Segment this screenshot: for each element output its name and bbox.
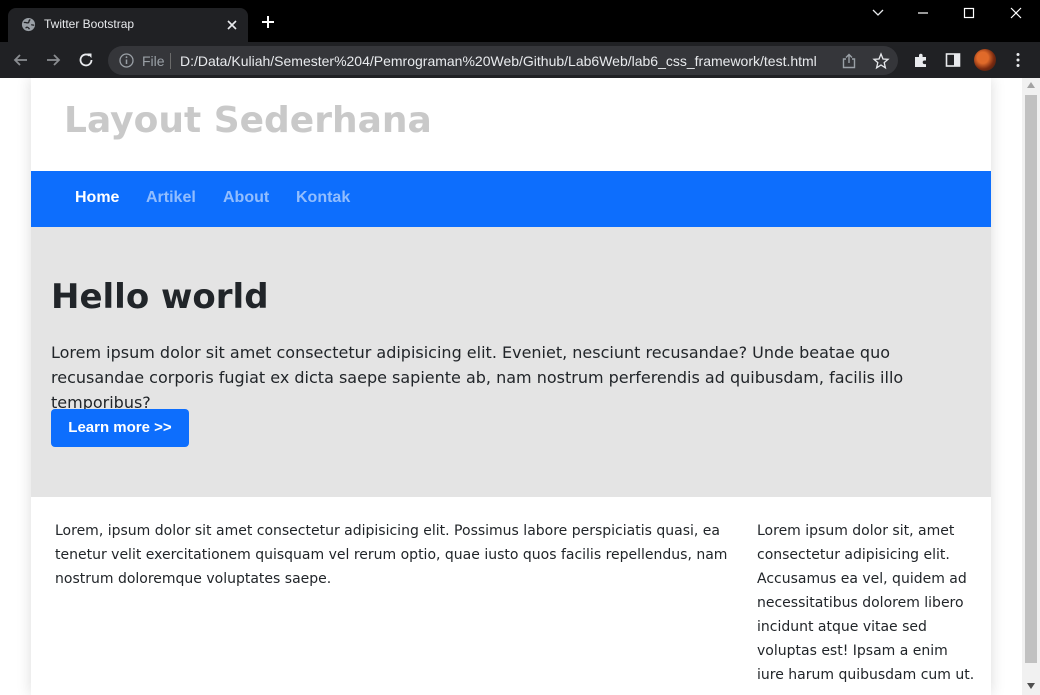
menu-icon[interactable] [1009,51,1027,69]
maximize-icon[interactable] [957,5,981,21]
share-icon[interactable] [840,52,858,70]
scrollbar-thumb[interactable] [1025,95,1037,663]
nav-link-about[interactable]: About [223,189,269,207]
profile-avatar[interactable] [974,49,996,71]
scroll-up-arrow-icon[interactable] [1027,82,1035,88]
tab-search-icon[interactable] [866,5,890,21]
minimize-icon[interactable] [911,5,935,21]
reload-icon[interactable] [77,51,95,69]
site-title: Layout Sederhana [64,100,432,141]
hero-title: Hello world [51,277,269,317]
hero-section: Hello world Lorem ipsum dolor sit amet c… [31,227,991,497]
new-tab-icon[interactable] [260,14,276,30]
info-icon[interactable] [118,52,135,69]
url-text[interactable]: D:/Data/Kuliah/Semester%204/Pemrograman%… [180,53,817,69]
hero-text: Lorem ipsum dolor sit amet consectetur a… [51,343,904,412]
back-icon[interactable] [12,51,30,69]
address-bar[interactable]: File D:/Data/Kuliah/Semester%204/Pemrogr… [108,46,898,75]
page-container: Layout Sederhana Home Artikel About Kont… [31,78,991,695]
main-content-text: Lorem, ipsum dolor sit amet consectetur … [55,523,728,587]
bookmark-star-icon[interactable] [872,52,890,70]
sidebar-text: Lorem ipsum dolor sit, amet consectetur … [757,523,975,683]
extensions-icon[interactable] [912,51,930,69]
url-separator [170,53,171,69]
globe-icon [21,17,36,32]
page-viewport: Layout Sederhana Home Artikel About Kont… [0,78,1022,695]
browser-toolbar: File D:/Data/Kuliah/Semester%204/Pemrogr… [0,42,1040,78]
close-icon[interactable] [224,17,240,33]
vertical-scrollbar[interactable] [1022,78,1040,695]
nav-link-home[interactable]: Home [75,189,119,207]
window-close-icon[interactable] [1004,5,1028,21]
nav-link-artikel[interactable]: Artikel [146,189,196,207]
nav-link-kontak[interactable]: Kontak [296,189,350,207]
browser-tab[interactable]: Twitter Bootstrap [8,8,248,42]
navbar: Home Artikel About Kontak [31,171,991,227]
forward-icon[interactable] [44,51,62,69]
learn-more-button[interactable]: Learn more >> [51,409,189,447]
tab-title: Twitter Bootstrap [44,17,135,31]
browser-tab-bar: Twitter Bootstrap [0,0,1040,42]
scroll-down-arrow-icon[interactable] [1027,683,1035,689]
url-scheme-label: File [142,53,165,69]
side-panel-icon[interactable] [944,51,962,69]
